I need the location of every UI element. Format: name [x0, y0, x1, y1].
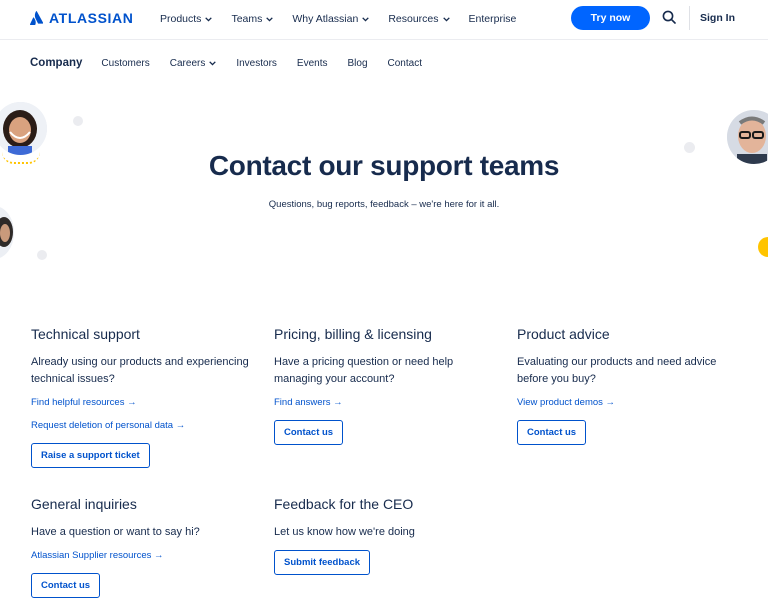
sign-in-link[interactable]: Sign In [700, 12, 735, 24]
contact-us-button[interactable]: Contact us [274, 420, 344, 445]
raise-support-ticket-button[interactable]: Raise a support ticket [31, 443, 150, 468]
avatar-portrait-icon [0, 206, 14, 259]
decorative-dot [73, 116, 83, 126]
card-title: Technical support [31, 326, 140, 342]
menu-item-resources[interactable]: Resources [388, 13, 450, 25]
subnav-item-contact[interactable]: Contact [388, 58, 422, 69]
menu-item-label: Teams [231, 13, 263, 25]
subnav-item-investors[interactable]: Investors [236, 58, 277, 69]
subnav-item-label: Contact [387, 57, 422, 69]
main-menu: Products Teams Why Atlassian Resources E… [160, 13, 516, 25]
atlassian-logo[interactable]: ATLASSIAN [30, 10, 133, 26]
decorative-dot [758, 237, 768, 257]
card-technical-support: Technical support Already using our prod… [31, 326, 251, 468]
page-subtitle: Questions, bug reports, feedback – we're… [268, 199, 500, 210]
nav-divider [689, 6, 690, 30]
subnav-item-label: Investors [236, 57, 277, 69]
page-title: Contact our support teams [208, 150, 560, 181]
avatar-portrait-icon [0, 102, 47, 155]
menu-item-teams[interactable]: Teams [231, 13, 274, 25]
supplier-resources-link[interactable]: Atlassian Supplier resources → [31, 550, 251, 561]
card-description: Evaluating our products and need advice … [517, 356, 717, 385]
find-helpful-resources-link[interactable]: Find helpful resources → [31, 397, 251, 408]
card-title: General inquiries [31, 496, 137, 512]
menu-item-label: Products [160, 13, 202, 25]
subnav-item-customers[interactable]: Customers [101, 58, 149, 69]
top-navigation: ATLASSIAN Products Teams Why Atlassian R… [0, 0, 768, 40]
menu-item-why-atlassian[interactable]: Why Atlassian [292, 13, 370, 25]
subnav-item-label: Careers [169, 57, 206, 69]
subnav-item-blog[interactable]: Blog [348, 58, 368, 69]
find-answers-link[interactable]: Find answers → [274, 397, 494, 408]
subnav-item-label: Events [296, 57, 328, 69]
card-product-advice: Product advice Evaluating our products a… [517, 326, 737, 445]
company-subnav: Company Customers Careers Investors Even… [30, 56, 422, 70]
submit-feedback-button[interactable]: Submit feedback [274, 550, 371, 575]
card-description: Let us know how we're doing [274, 526, 415, 538]
card-description: Have a pricing question or need help man… [274, 356, 454, 385]
subnav-item-careers[interactable]: Careers [170, 58, 217, 69]
menu-item-label: Resources [388, 13, 439, 25]
decorative-dot [37, 250, 47, 260]
subnav-item-label: Blog [347, 57, 368, 69]
chevron-down-icon [442, 16, 450, 22]
avatar-woman-left [0, 102, 47, 155]
search-icon[interactable] [662, 10, 676, 24]
menu-item-label: Enterprise [468, 13, 517, 25]
subnav-item-events[interactable]: Events [297, 58, 328, 69]
menu-item-products[interactable]: Products [160, 13, 213, 25]
brand-name: ATLASSIAN [49, 10, 134, 26]
contact-us-button[interactable]: Contact us [517, 420, 587, 445]
card-title: Product advice [517, 326, 610, 342]
avatar-person-left-bottom [0, 206, 14, 259]
chevron-down-icon [362, 16, 370, 22]
menu-item-enterprise[interactable]: Enterprise [469, 13, 517, 25]
card-description: Already using our products and experienc… [31, 356, 249, 385]
menu-item-label: Why Atlassian [292, 13, 359, 25]
request-data-deletion-link[interactable]: Request deletion of personal data → [31, 420, 251, 431]
chevron-down-icon [205, 16, 213, 22]
chevron-down-icon [209, 60, 217, 66]
contact-us-button[interactable]: Contact us [31, 573, 101, 598]
chevron-down-icon [266, 16, 274, 22]
card-general-inquiries: General inquiries Have a question or wan… [31, 496, 251, 598]
view-product-demos-link[interactable]: View product demos → [517, 397, 737, 408]
subnav-item-label: Customers [101, 57, 150, 69]
try-now-button[interactable]: Try now [571, 6, 650, 30]
subnav-title[interactable]: Company [30, 57, 82, 69]
card-title: Feedback for the CEO [274, 496, 414, 512]
card-pricing-billing: Pricing, billing & licensing Have a pric… [274, 326, 494, 445]
card-description: Have a question or want to say hi? [31, 526, 200, 538]
card-title: Pricing, billing & licensing [274, 326, 432, 342]
atlassian-logo-icon [30, 11, 43, 25]
card-feedback-ceo: Feedback for the CEO Let us know how we'… [274, 496, 494, 575]
